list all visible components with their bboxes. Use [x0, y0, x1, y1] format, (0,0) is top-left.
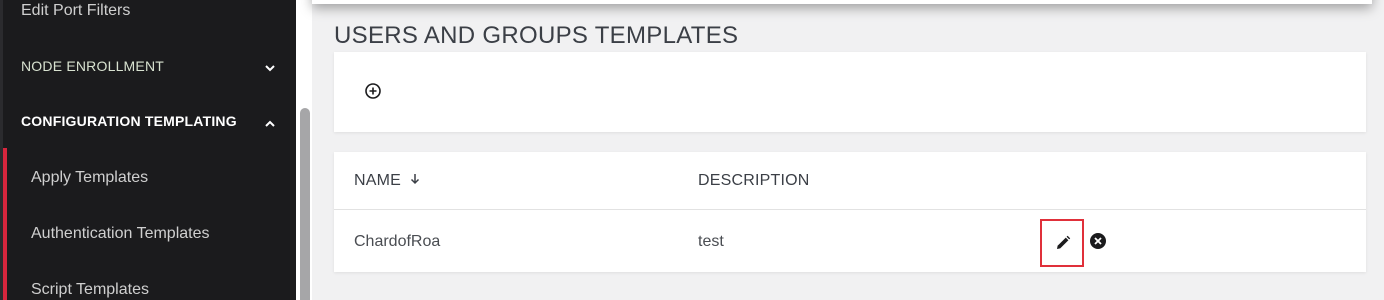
- cell-description: test: [698, 233, 724, 250]
- edit-button-highlight: [1040, 219, 1084, 267]
- sidebar-item-label: Edit Port Filters: [21, 2, 131, 19]
- table-header: NAME DESCRIPTION: [334, 152, 1366, 210]
- column-header-label: DESCRIPTION: [698, 172, 810, 189]
- sidebar-scrollbar-thumb[interactable]: [300, 108, 310, 300]
- sidebar-section-label: NODE ENROLLMENT: [21, 58, 165, 74]
- arrow-down-icon[interactable]: [408, 172, 422, 186]
- sidebar-section-label: CONFIGURATION TEMPLATING: [21, 113, 237, 129]
- sidebar-item-apply-templates[interactable]: Apply Templates: [3, 168, 299, 190]
- close-circle-icon[interactable]: [1090, 233, 1106, 249]
- column-header-description[interactable]: DESCRIPTION: [698, 172, 810, 190]
- sidebar-item-label: Script Templates: [31, 281, 149, 298]
- sidebar-item-script-templates[interactable]: Script Templates: [3, 280, 299, 300]
- sidebar-section-node-enrollment[interactable]: NODE ENROLLMENT: [3, 57, 299, 77]
- sidebar-item-authentication-templates[interactable]: Authentication Templates: [3, 224, 299, 246]
- main-content: USERS AND GROUPS TEMPLATES NAME DESCRIPT…: [312, 0, 1384, 300]
- sidebar-item-label: Apply Templates: [31, 169, 149, 186]
- sidebar: Edit Port Filters NODE ENROLLMENT CONFIG…: [0, 0, 296, 300]
- pencil-icon[interactable]: [1054, 234, 1072, 252]
- chevron-down-icon: [263, 61, 277, 75]
- sidebar-item-edit-port-filters[interactable]: Edit Port Filters: [3, 2, 299, 22]
- page-title: USERS AND GROUPS TEMPLATES: [334, 22, 739, 49]
- table-row[interactable]: ChardofRoa test: [334, 211, 1366, 272]
- chevron-up-icon: [263, 117, 277, 131]
- add-template-card: [334, 52, 1366, 132]
- top-panel-edge: [312, 0, 1372, 4]
- plus-circle-icon[interactable]: [364, 82, 382, 100]
- templates-table: NAME DESCRIPTION ChardofRoa test: [334, 152, 1366, 272]
- sidebar-item-label: Authentication Templates: [31, 225, 210, 242]
- cell-name: ChardofRoa: [354, 233, 441, 250]
- sidebar-section-configuration-templating[interactable]: CONFIGURATION TEMPLATING: [3, 112, 299, 132]
- column-header-name[interactable]: NAME: [354, 172, 422, 190]
- column-header-label: NAME: [354, 172, 402, 189]
